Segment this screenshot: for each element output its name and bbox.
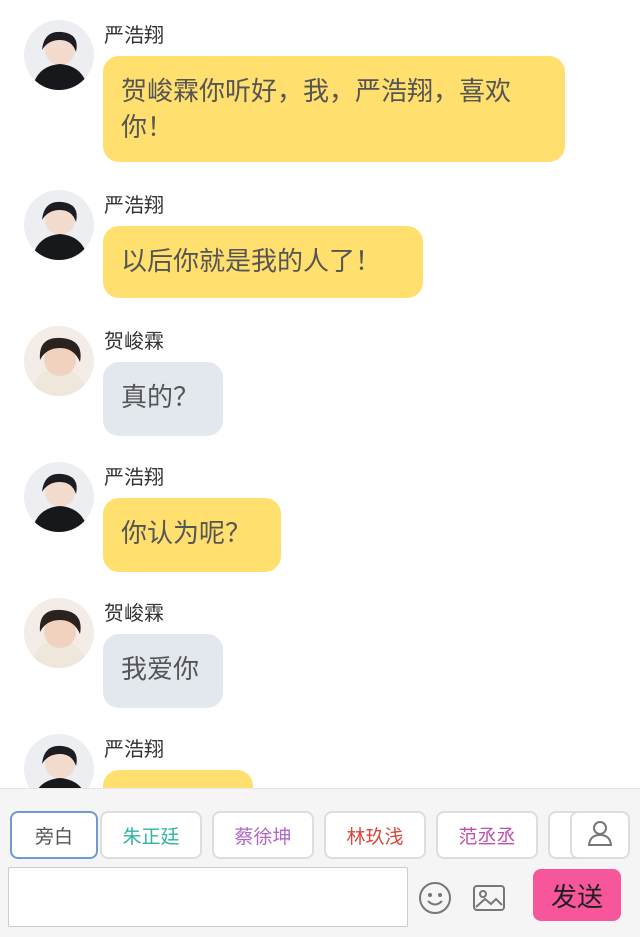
chat-area[interactable]: 严浩翔 贺峻霖你听好，我，严浩翔，喜欢你！ 严浩翔 以后你就是我的人了！ 贺峻霖 [0,0,640,788]
avatar[interactable] [24,734,94,788]
role-button-narrator[interactable]: 旁白 [10,811,98,859]
role-label: 林玖浅 [346,825,404,848]
speaker-name: 严浩翔 [104,193,164,217]
message-bubble[interactable] [103,770,253,788]
speaker-name: 贺峻霖 [104,601,164,625]
role-button[interactable]: 蔡徐坤 [212,811,314,859]
avatar[interactable] [24,462,94,532]
image-icon [472,885,506,919]
emoji-button[interactable] [418,881,452,915]
role-label: 范丞丞 [458,825,516,848]
avatar[interactable] [24,598,94,668]
speaker-name: 贺峻霖 [104,329,164,353]
message-bubble[interactable]: 贺峻霖你听好，我，严浩翔，喜欢你！ [103,56,565,162]
avatar[interactable] [24,20,94,90]
emoji-icon [418,882,452,919]
speaker-name: 严浩翔 [104,465,164,489]
role-button[interactable]: 朱正廷 [100,811,202,859]
message-bubble[interactable]: 以后你就是我的人了！ [103,226,423,298]
speaker-name: 严浩翔 [104,737,164,761]
speaker-name: 严浩翔 [104,23,164,47]
composer-panel: 旁白 朱正廷 蔡徐坤 林玖浅 范丞丞 发送 [0,788,640,937]
role-label: 蔡徐坤 [234,825,292,848]
send-button[interactable]: 发送 [533,869,621,921]
message-bubble[interactable]: 我爱你 [103,634,223,708]
role-button[interactable]: 范丞丞 [436,811,538,859]
avatar[interactable] [24,326,94,396]
avatar[interactable] [24,190,94,260]
person-icon [586,819,614,851]
role-label: 旁白 [34,825,73,848]
add-role-button[interactable] [570,811,630,859]
role-button[interactable]: 林玖浅 [324,811,426,859]
message-bubble[interactable]: 真的？ [103,362,223,436]
role-label: 朱正廷 [122,825,180,848]
message-input[interactable] [8,867,408,927]
role-selector: 旁白 朱正廷 蔡徐坤 林玖浅 范丞丞 [0,811,640,863]
message-bubble[interactable]: 你认为呢？ [103,498,281,572]
image-button[interactable] [472,881,506,915]
